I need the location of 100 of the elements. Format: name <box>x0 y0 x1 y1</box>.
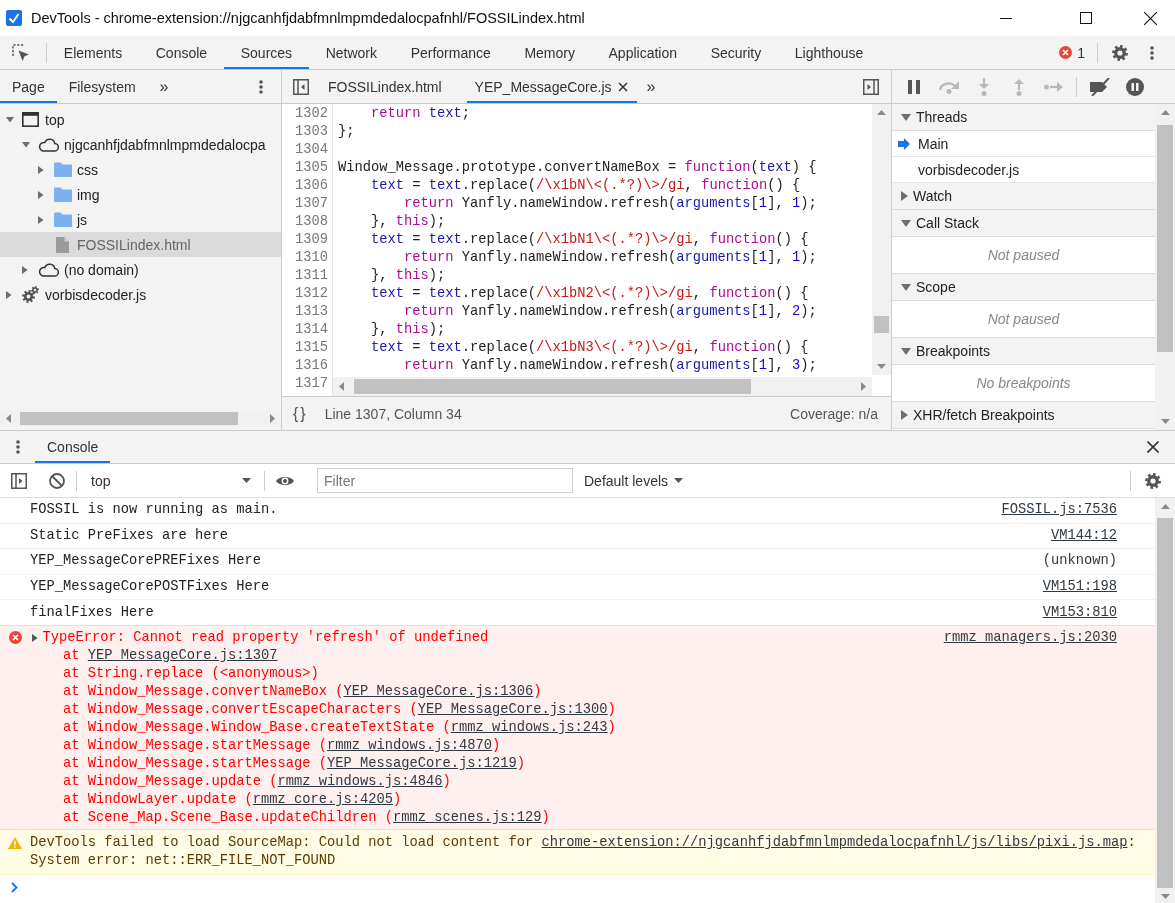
source-link[interactable]: chrome-extension://njgcanhfjdabfmnlmpmdedalocpafnhl/js/libs/pixi.js.map <box>541 834 1128 850</box>
vertical-scrollbar[interactable] <box>872 104 891 375</box>
panel-tab[interactable]: Performance <box>393 36 508 69</box>
vertical-scrollbar[interactable] <box>1155 498 1175 903</box>
tree-item[interactable]: js <box>0 207 281 232</box>
tree-item[interactable]: css <box>0 157 281 182</box>
source-link[interactable]: rmmz_core.js:4205 <box>252 791 394 807</box>
gears-icon <box>22 286 39 303</box>
source-link[interactable]: YEP_MessageCore.js:1307 <box>87 647 278 663</box>
error-icon <box>9 631 22 645</box>
line-number: 1302 <box>295 105 328 123</box>
crossed-breakpoint-icon <box>1088 77 1111 96</box>
source-link[interactable]: rmmz_scenes.js:129 <box>393 809 542 825</box>
source-link[interactable]: rmmz_windows.js:4846 <box>277 773 443 789</box>
scrollbar-thumb[interactable] <box>354 379 751 394</box>
line-number: 1306 <box>295 177 328 195</box>
scrollbar-thumb[interactable] <box>1157 125 1173 352</box>
source-link[interactable]: rmmz_managers.js:2030 <box>943 628 1117 647</box>
settings-icon <box>1145 472 1161 489</box>
empty-state-text: No breakpoints <box>976 375 1071 391</box>
caret-down-icon <box>674 478 684 483</box>
navigator-tab[interactable]: Filesystem <box>56 70 148 103</box>
panel-tab[interactable]: Lighthouse <box>778 36 881 69</box>
more-tabs-button[interactable]: » <box>147 70 181 103</box>
file-tab[interactable]: YEP_MessageCore.js <box>466 70 637 103</box>
panel-tab[interactable]: Application <box>591 36 694 69</box>
eye-icon <box>276 474 294 487</box>
scroll-up-arrow-icon <box>877 110 886 115</box>
line-number: 1314 <box>295 321 328 339</box>
stack-frame: at Scene_Map.Scene_Base.updateChildren (rmmz_scenes.js:129) <box>30 808 550 827</box>
source-link[interactable]: VM153:810 <box>1042 603 1117 622</box>
code-line: }, this); <box>371 267 446 285</box>
section-header[interactable]: Scope <box>892 274 1155 301</box>
source-link[interactable]: VM144:12 <box>1051 526 1117 545</box>
code-line: text = text.replace(/\x1bN3\<(.*?)\>/gi, function() { <box>371 339 809 357</box>
prompt-chevron-icon <box>11 881 18 893</box>
file-tab[interactable]: FOSSILindex.html <box>320 70 467 103</box>
close-icon <box>1147 441 1159 453</box>
source-link[interactable]: YEP_MessageCore.js:1300 <box>417 701 608 717</box>
filter-field[interactable]: Filter <box>317 468 573 493</box>
source-link[interactable]: rmmz_windows.js:243 <box>450 719 608 735</box>
more-tabs-button[interactable]: » <box>636 70 666 103</box>
navigator-tab[interactable]: Page <box>0 70 57 103</box>
vertical-scrollbar[interactable] <box>1155 104 1175 430</box>
scroll-left-arrow-icon <box>6 414 11 423</box>
tree-item[interactable]: (no domain) <box>0 257 281 282</box>
pretty-print-button[interactable]: {} <box>285 397 316 430</box>
line-number: 1308 <box>295 213 328 231</box>
horizontal-scrollbar[interactable] <box>333 377 872 396</box>
kebab-menu-icon <box>259 79 263 94</box>
error-icon <box>1059 46 1073 59</box>
source-link[interactable]: YEP_MessageCore.js:1219 <box>327 755 517 771</box>
drawer-tab[interactable]: Console <box>35 431 111 463</box>
step-out-icon <box>1012 77 1025 96</box>
panel-tab[interactable]: Network <box>308 36 394 69</box>
code-line: }, this); <box>371 321 446 339</box>
tree-item[interactable]: img <box>0 182 281 207</box>
panel-tab[interactable]: Security <box>693 36 778 69</box>
folder-icon <box>54 162 72 177</box>
close-icon <box>617 81 628 92</box>
thread-item[interactable]: Main <box>892 131 1155 157</box>
window-title: DevTools - chrome-extension://njgcanhfjdabfmnlmpmdedalocpafnhl/FOSSILindex.html <box>31 10 585 26</box>
code-line: return Yanfly.nameWindow.refresh(arguments[1], 2); <box>404 303 817 321</box>
pause-circle-icon <box>1125 77 1144 96</box>
section-header[interactable]: Threads <box>892 104 1155 131</box>
empty-state-text: Not paused <box>987 311 1060 327</box>
panel-tab[interactable]: Elements <box>47 36 139 69</box>
tree-item[interactable]: vorbisdecoder.js <box>0 282 281 307</box>
source-link[interactable]: rmmz_windows.js:4870 <box>327 737 493 753</box>
error-count-button[interactable]: 1 <box>1053 36 1091 69</box>
section-header[interactable]: XHR/fetch Breakpoints <box>892 402 1155 429</box>
section-header[interactable]: Call Stack <box>892 210 1155 237</box>
panel-tab[interactable]: Memory <box>507 36 592 69</box>
empty-state-text: Not paused <box>987 247 1060 263</box>
levels-dropdown[interactable]: Default levels <box>577 464 691 497</box>
stack-frame: at Window_Message.Window_Base.createTextState (rmmz_windows.js:243) <box>30 718 616 737</box>
scrollbar-thumb[interactable] <box>874 316 889 333</box>
tree-item[interactable]: njgcanhfjdabfmnlmpmdedalocpa <box>0 132 281 157</box>
context-select[interactable]: top <box>81 464 261 497</box>
tree-item[interactable]: FOSSILindex.html <box>0 232 281 257</box>
line-number: 1307 <box>295 195 328 213</box>
close-icon <box>1144 11 1157 25</box>
log-message: YEP_MessageCorePREFixes Here <box>30 552 262 571</box>
stack-frame: at Window_Message.startMessage (rmmz_windows.js:4870) <box>30 736 501 755</box>
panel-tab[interactable]: Sources <box>223 36 309 69</box>
sidebar-left-icon <box>293 78 309 95</box>
line-number: 1309 <box>295 231 328 249</box>
source-link[interactable]: YEP_MessageCore.js:1306 <box>343 683 534 699</box>
scrollbar-thumb[interactable] <box>20 412 238 425</box>
panel-tab[interactable]: Console <box>138 36 224 69</box>
source-link[interactable]: VM151:198 <box>1042 578 1117 597</box>
line-number: 1305 <box>295 159 328 177</box>
code-line: return Yanfly.nameWindow.refresh(arguments[1], 1); <box>404 195 817 213</box>
section-header[interactable]: Breakpoints <box>892 338 1155 365</box>
source-link[interactable]: FOSSIL.js:7536 <box>1001 501 1117 520</box>
section-header[interactable]: Watch <box>892 183 1155 210</box>
source-label: (unknown) <box>1042 552 1117 571</box>
scrollbar-thumb[interactable] <box>1157 518 1173 888</box>
maximize-icon <box>1080 12 1092 24</box>
tree-item[interactable]: top <box>0 107 281 132</box>
